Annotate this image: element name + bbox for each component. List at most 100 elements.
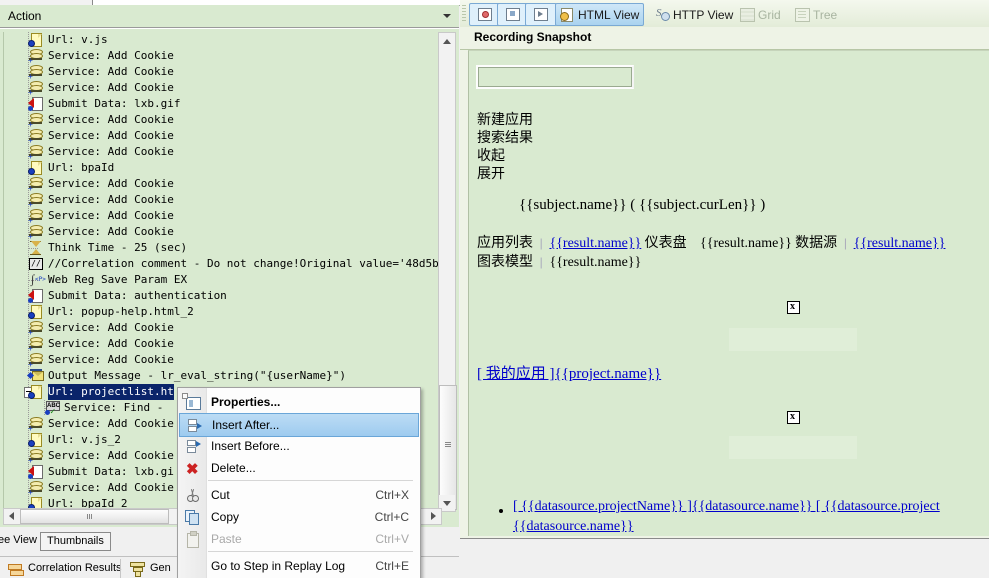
list-bullet <box>499 509 503 513</box>
horizontal-scroll-thumb[interactable] <box>20 509 169 524</box>
tab-thumbnails[interactable]: Thumbnails <box>40 532 111 551</box>
tree-node[interactable]: + Service: Add Cookie <box>4 64 441 81</box>
tree-node-label: Service: Add Cookie <box>48 49 174 62</box>
comment-icon: // <box>28 257 43 271</box>
tree-node[interactable]: Output Message - lr_eval_string("{userNa… <box>4 368 441 384</box>
correlation-icon <box>8 563 24 576</box>
tree-node-label: //Correlation comment - Do not change!Or… <box>48 257 441 270</box>
cookie-icon: + <box>28 81 43 97</box>
tree-node[interactable]: Url: bpaId <box>4 160 441 176</box>
tree-node[interactable]: + Service: Add Cookie <box>4 144 441 161</box>
nav-result-name-2: {{result.name}} <box>700 236 792 251</box>
tree-node[interactable]: ∫ <P> Web Reg Save Param EX <box>4 272 441 288</box>
action-combobox[interactable]: Action <box>0 5 459 28</box>
tree-node[interactable]: + Service: Add Cookie <box>4 80 441 97</box>
menu-item-label: Insert After... <box>212 418 280 432</box>
tree-node[interactable]: Submit Data: authentication <box>4 288 441 304</box>
tree-node[interactable]: Think Time - 25 (sec) <box>4 240 441 256</box>
play-snapshot-icon[interactable] <box>525 3 557 26</box>
chevron-down-icon[interactable] <box>440 8 455 23</box>
vertical-scroll-thumb[interactable] <box>439 385 457 510</box>
app-window: Action Url: v.js + Service: Add Cookie + Ser… <box>0 0 989 578</box>
tree-node-label: Service: Add Cookie <box>48 449 174 462</box>
context-menu[interactable]: Properties... Insert After... Insert Befor… <box>177 387 421 578</box>
menu-item-insert-after[interactable]: Insert After... <box>179 413 419 437</box>
action-combobox-label: Action <box>8 9 42 23</box>
tree-node[interactable]: + Service: Add Cookie <box>4 192 441 209</box>
menu-line-0[interactable]: 新建应用 <box>477 109 533 129</box>
menu-item-label: Insert Before... <box>211 439 290 453</box>
html-view-icon <box>560 8 574 22</box>
tree-node-label: Url: popup-help.html_2 <box>48 305 194 318</box>
menu-line-1[interactable]: 搜索结果 <box>477 127 533 147</box>
datasource-link-line-1[interactable]: [ {{datasource.projectName}} ]{{datasour… <box>513 499 940 515</box>
tree-node[interactable]: Url: popup-help.html_2 <box>4 304 441 320</box>
generation-icon <box>130 562 145 577</box>
menu-item-properties[interactable]: Properties... <box>179 391 419 413</box>
tab-html-view[interactable]: HTML View <box>555 3 645 26</box>
nav-row-1: 应用列表 | {{result.name}} 仪表盘 {{result.name… <box>477 235 946 251</box>
tree-vertical-scrollbar[interactable] <box>438 32 457 512</box>
snapshot-html-content[interactable]: 新建应用 搜索结果 收起 展开 {{subject.name}} ( {{sub… <box>468 50 989 536</box>
tab-http-view[interactable]: S HTTP View <box>650 3 738 26</box>
subject-line: {{subject.name}} ( {{subject.curLen}} ) <box>519 197 766 213</box>
search-input[interactable] <box>476 65 634 89</box>
ghost-block-1 <box>729 328 857 351</box>
datasource-link-line-2[interactable]: {{datasource.name}} <box>513 519 634 535</box>
menu-item-shortcut: Ctrl+C <box>374 510 409 524</box>
scroll-left-arrow[interactable] <box>4 509 19 522</box>
tree-node[interactable]: + Service: Add Cookie <box>4 352 441 369</box>
tree-node-label: Service: Add Cookie <box>48 321 174 334</box>
cookie-icon: + <box>28 129 43 145</box>
cookie-icon: + <box>28 209 43 225</box>
tree-node-label: Submit Data: lxb.gi <box>48 465 174 478</box>
toolbar-grip[interactable] <box>462 5 466 22</box>
tree-node[interactable]: Url: v.js <box>4 32 441 48</box>
tree-node-label: Service: Add Cookie <box>48 353 174 366</box>
tree-node[interactable]: + Service: Add Cookie <box>4 128 441 145</box>
tree-node[interactable]: + Service: Add Cookie <box>4 320 441 337</box>
scroll-up-arrow[interactable] <box>439 33 455 49</box>
menu-separator <box>208 551 413 552</box>
menu-item-shortcut: Ctrl+E <box>375 559 409 573</box>
tree-node[interactable]: + Service: Add Cookie <box>4 224 441 241</box>
status-generation[interactable]: Gen <box>150 560 171 577</box>
url-icon <box>28 433 43 447</box>
menu-item-cut[interactable]: Cut Ctrl+X <box>179 484 419 506</box>
tab-grid-label: Grid <box>758 7 781 22</box>
submit-icon <box>28 465 43 479</box>
tree-node[interactable]: + Service: Add Cookie <box>4 112 441 129</box>
tree-node-label: Service: Add Cookie <box>48 145 174 158</box>
tree-node[interactable]: + Service: Add Cookie <box>4 336 441 353</box>
tree-icon <box>795 8 810 22</box>
tree-node-label: Service: Add Cookie <box>48 337 174 350</box>
menu-item-insert-before[interactable]: Insert Before... <box>179 435 419 457</box>
tree-node[interactable]: + Service: Add Cookie <box>4 48 441 65</box>
status-correlation-results[interactable]: Correlation Results <box>28 560 122 577</box>
tab-tree-view[interactable]: ee View <box>0 532 43 549</box>
menu-separator <box>208 480 413 481</box>
think-icon <box>28 241 43 255</box>
menu-line-3[interactable]: 展开 <box>477 163 505 183</box>
page-title: Recording Snapshot <box>474 30 592 44</box>
tab-http-view-label: HTTP View <box>673 7 734 22</box>
project-link[interactable]: [ 我的应用 ]{{project.name}} <box>477 362 661 383</box>
cookie-icon: + <box>28 337 43 353</box>
nav-result-name-3[interactable]: {{result.name}} <box>854 236 946 251</box>
menu-line-2[interactable]: 收起 <box>477 145 505 165</box>
snapshot-toolbar: HTML View S HTTP View Grid Tree <box>460 0 989 28</box>
nav-result-name-1[interactable]: {{result.name}} <box>549 236 641 251</box>
tree-node[interactable]: // //Correlation comment - Do not change!… <box>4 256 441 272</box>
tree-node[interactable]: Submit Data: lxb.gif <box>4 96 441 112</box>
cookie-icon: + <box>28 353 43 369</box>
menu-item-go-to-step-in-replay-log[interactable]: Go to Step in Replay Log Ctrl+E <box>179 555 419 577</box>
tree-node[interactable]: + Service: Add Cookie <box>4 208 441 225</box>
tree-node-label: Url: v.js_2 <box>48 433 121 446</box>
scroll-right-arrow[interactable] <box>426 509 441 522</box>
tree-node[interactable]: + Service: Add Cookie <box>4 176 441 193</box>
menu-item-copy[interactable]: Copy Ctrl+C <box>179 506 419 528</box>
tab-tree: Tree <box>790 3 842 26</box>
menu-item-label: Delete... <box>211 461 256 475</box>
menu-item-delete[interactable]: ✖ Delete... <box>179 457 419 479</box>
tree-node-label: Url: v.js <box>48 33 108 46</box>
